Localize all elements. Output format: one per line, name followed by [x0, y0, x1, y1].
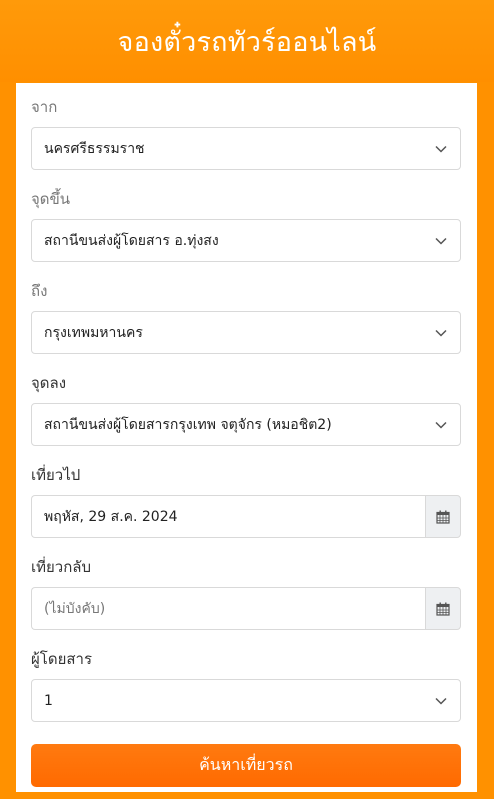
dropoff-label: จุดลง: [31, 374, 67, 392]
chevron-down-icon: [435, 697, 447, 705]
boarding-group: จุดขึ้น สถานีขนส่งผู้โดยสาร อ.ทุ่งสง: [31, 189, 461, 262]
calendar-icon: [436, 510, 450, 524]
passengers-group: ผู้โดยสาร 1: [31, 649, 461, 722]
passengers-select[interactable]: 1: [31, 679, 461, 722]
return-date-input[interactable]: (ไม่บังคับ): [31, 587, 425, 630]
passengers-label: ผู้โดยสาร: [31, 650, 93, 668]
depart-calendar-button[interactable]: [425, 495, 461, 538]
to-label: ถึง: [31, 282, 48, 300]
boarding-value: สถานีขนส่งผู้โดยสาร อ.ทุ่งสง: [44, 232, 219, 249]
return-label: เที่ยวกลับ: [31, 558, 92, 576]
depart-label: เที่ยวไป: [31, 466, 81, 484]
return-calendar-button[interactable]: [425, 587, 461, 630]
chevron-down-icon: [435, 145, 447, 153]
from-label: จาก: [31, 98, 58, 116]
return-date-picker: (ไม่บังคับ): [31, 587, 461, 630]
dropoff-select[interactable]: สถานีขนส่งผู้โดยสารกรุงเทพ จตุจักร (หมอช…: [31, 403, 461, 446]
booking-form: จาก นครศรีธรรมราช จุดขึ้น สถานีขนส่งผู้โ…: [16, 83, 477, 792]
calendar-icon: [436, 602, 450, 616]
to-value: กรุงเทพมหานคร: [44, 324, 143, 341]
search-trips-button[interactable]: ค้นหาเที่ยวรถ: [31, 744, 461, 787]
return-group: เที่ยวกลับ (ไม่บังคับ): [31, 557, 461, 630]
depart-date-picker: พฤหัส, 29 ส.ค. 2024: [31, 495, 461, 538]
chevron-down-icon: [435, 421, 447, 429]
dropoff-value: สถานีขนส่งผู้โดยสารกรุงเทพ จตุจักร (หมอช…: [44, 416, 332, 433]
depart-group: เที่ยวไป พฤหัส, 29 ส.ค. 2024: [31, 465, 461, 538]
page-title: จองตั๋วรถทัวร์ออนไลน์: [117, 26, 377, 58]
boarding-select[interactable]: สถานีขนส่งผู้โดยสาร อ.ทุ่งสง: [31, 219, 461, 262]
page-header: จองตั๋วรถทัวร์ออนไลน์: [0, 0, 494, 82]
from-group: จาก นครศรีธรรมราช: [31, 97, 461, 170]
chevron-down-icon: [435, 329, 447, 337]
passengers-value: 1: [44, 692, 53, 709]
from-value: นครศรีธรรมราช: [44, 140, 145, 157]
depart-date-input[interactable]: พฤหัส, 29 ส.ค. 2024: [31, 495, 425, 538]
chevron-down-icon: [435, 237, 447, 245]
dropoff-group: จุดลง สถานีขนส่งผู้โดยสารกรุงเทพ จตุจักร…: [31, 373, 461, 446]
to-select[interactable]: กรุงเทพมหานคร: [31, 311, 461, 354]
boarding-label: จุดขึ้น: [31, 190, 71, 208]
to-group: ถึง กรุงเทพมหานคร: [31, 281, 461, 354]
from-select[interactable]: นครศรีธรรมราช: [31, 127, 461, 170]
